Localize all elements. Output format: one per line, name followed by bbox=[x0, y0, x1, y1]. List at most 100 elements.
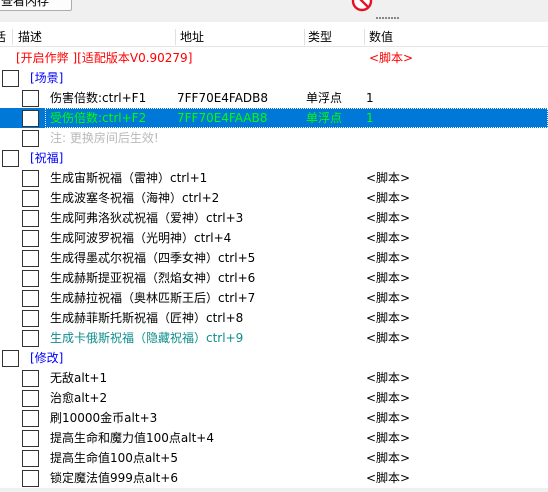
active-checkbox[interactable] bbox=[22, 130, 39, 147]
table-row[interactable]: 治愈alt+2 <脚本> bbox=[0, 388, 548, 408]
view-memory-button[interactable]: 查看内存 bbox=[0, 0, 72, 11]
active-checkbox[interactable] bbox=[22, 290, 39, 307]
active-checkbox[interactable] bbox=[22, 90, 39, 107]
row-value: <脚本> bbox=[366, 391, 411, 405]
table-row[interactable]: 生成得墨忒尔祝福（四季女神）ctrl+5 <脚本> bbox=[0, 248, 548, 268]
active-checkbox[interactable] bbox=[22, 410, 39, 427]
row-description: 生成赫斯提亚祝福（烈焰女神）ctrl+6 bbox=[50, 271, 256, 285]
active-checkbox[interactable] bbox=[22, 210, 39, 227]
table-row[interactable]: 生成赫菲斯托斯祝福（匠神）ctrl+8 <脚本> bbox=[0, 308, 548, 328]
row-description: 无敌alt+1 bbox=[50, 371, 108, 385]
row-address: 7FF70E4FAAB8 bbox=[177, 111, 268, 125]
row-description: [修改] bbox=[30, 351, 64, 365]
active-checkbox[interactable] bbox=[22, 270, 39, 287]
row-value: <脚本> bbox=[366, 271, 411, 285]
table-row[interactable]: 生成宙斯祝福（雷神）ctrl+1 <脚本> bbox=[0, 168, 548, 188]
active-checkbox[interactable] bbox=[22, 310, 39, 327]
active-checkbox[interactable] bbox=[22, 470, 39, 487]
row-description: 生成宙斯祝福（雷神）ctrl+1 bbox=[50, 171, 208, 185]
row-type: 单浮点 bbox=[306, 111, 343, 125]
row-value: <脚本> bbox=[366, 411, 411, 425]
row-value: <脚本> bbox=[366, 291, 411, 305]
row-value: <脚本> bbox=[366, 311, 411, 325]
table-row[interactable]: 生成波塞冬祝福（海神）ctrl+2 <脚本> bbox=[0, 188, 548, 208]
table-row[interactable]: [场景] bbox=[0, 68, 548, 88]
active-checkbox[interactable] bbox=[22, 370, 39, 387]
table-row[interactable]: 注: 更换房间后生效! bbox=[0, 128, 548, 148]
splitter-grip[interactable] bbox=[376, 17, 402, 21]
header-description[interactable]: 描述 bbox=[18, 27, 42, 47]
active-checkbox[interactable] bbox=[22, 110, 39, 127]
active-checkbox[interactable] bbox=[22, 170, 39, 187]
table-row[interactable]: 生成阿弗洛狄忒祝福（爱神）ctrl+3 <脚本> bbox=[0, 208, 548, 228]
table-row[interactable]: 锁定魔法值999点alt+6 <脚本> bbox=[0, 468, 548, 488]
row-description: 提高生命值100点alt+5 bbox=[50, 451, 178, 465]
active-checkbox[interactable] bbox=[22, 190, 39, 207]
row-description: 提高生命和魔力值100点alt+4 bbox=[50, 431, 214, 445]
header-value[interactable]: 数值 bbox=[369, 27, 393, 47]
table-row[interactable]: 生成赫斯提亚祝福（烈焰女神）ctrl+6 <脚本> bbox=[0, 268, 548, 288]
active-checkbox[interactable] bbox=[2, 150, 19, 167]
active-checkbox[interactable] bbox=[22, 390, 39, 407]
active-checkbox[interactable] bbox=[2, 350, 19, 367]
row-value: <脚本> bbox=[366, 211, 411, 225]
header-separator[interactable] bbox=[175, 29, 176, 45]
header-address[interactable]: 地址 bbox=[180, 27, 204, 47]
table-row[interactable]: 生成卡俄斯祝福（隐藏祝福）ctrl+9 <脚本> bbox=[0, 328, 548, 348]
row-value: <脚本> bbox=[366, 231, 411, 245]
row-value: <脚本> bbox=[366, 471, 411, 485]
row-description: 受伤倍数:ctrl+F2 bbox=[50, 111, 147, 125]
row-value: <脚本> bbox=[366, 331, 411, 345]
row-description: [祝福] bbox=[30, 151, 64, 165]
row-description: 锁定魔法值999点alt+6 bbox=[50, 471, 178, 485]
active-checkbox[interactable] bbox=[2, 70, 19, 87]
active-checkbox[interactable] bbox=[22, 230, 39, 247]
table-row[interactable]: [祝福] bbox=[0, 148, 548, 168]
row-value: 1 bbox=[366, 111, 374, 125]
row-value: <脚本> bbox=[366, 451, 411, 465]
row-description: [开启作弊 ][适配版本V0.90279] bbox=[16, 51, 193, 65]
row-value: <脚本> bbox=[369, 51, 414, 65]
row-description: 生成得墨忒尔祝福（四季女神）ctrl+5 bbox=[50, 251, 256, 265]
row-type: 单浮点 bbox=[306, 91, 343, 105]
row-description: 生成波塞冬祝福（海神）ctrl+2 bbox=[50, 191, 220, 205]
table-row[interactable]: 提高生命和魔力值100点alt+4 <脚本> bbox=[0, 428, 548, 448]
row-description: 伤害倍数:ctrl+F1 bbox=[50, 91, 147, 105]
header-type[interactable]: 类型 bbox=[308, 27, 332, 47]
row-value: <脚本> bbox=[366, 191, 411, 205]
table-row[interactable]: [修改] bbox=[0, 348, 548, 368]
row-value: <脚本> bbox=[366, 171, 411, 185]
table-row-selected[interactable]: 受伤倍数:ctrl+F2 7FF70E4FAAB8 单浮点 1 bbox=[0, 108, 548, 128]
row-description: 刷10000金币alt+3 bbox=[50, 411, 158, 425]
row-description: 生成阿波罗祝福（光明神）ctrl+4 bbox=[50, 231, 232, 245]
row-value: 1 bbox=[366, 91, 374, 105]
table-row[interactable]: 生成阿波罗祝福（光明神）ctrl+4 <脚本> bbox=[0, 228, 548, 248]
prohibited-icon[interactable] bbox=[349, 0, 375, 16]
active-checkbox[interactable] bbox=[22, 430, 39, 447]
header-separator[interactable] bbox=[12, 29, 13, 45]
active-checkbox[interactable] bbox=[22, 330, 39, 347]
header-separator[interactable] bbox=[304, 29, 305, 45]
header-active[interactable]: 活 bbox=[0, 27, 6, 47]
row-description: 注: 更换房间后生效! bbox=[50, 131, 159, 145]
active-checkbox[interactable] bbox=[22, 450, 39, 467]
table-row[interactable]: 伤害倍数:ctrl+F1 7FF70E4FADB8 单浮点 1 bbox=[0, 88, 548, 108]
row-value: <脚本> bbox=[366, 371, 411, 385]
row-description: 生成赫拉祝福（奥林匹斯王后）ctrl+7 bbox=[50, 291, 256, 305]
table-row[interactable]: 无敌alt+1 <脚本> bbox=[0, 368, 548, 388]
row-description: 生成赫菲斯托斯祝福（匠神）ctrl+8 bbox=[50, 311, 244, 325]
table-row[interactable]: [开启作弊 ][适配版本V0.90279] <脚本> bbox=[0, 48, 548, 68]
bottom-edge bbox=[0, 488, 548, 492]
toolbar: 查看内存 bbox=[0, 0, 548, 22]
header-separator[interactable] bbox=[364, 29, 365, 45]
row-value: <脚本> bbox=[366, 251, 411, 265]
table-row[interactable]: 提高生命值100点alt+5 <脚本> bbox=[0, 448, 548, 468]
cheat-table-header: 活 描述 地址 类型 数值 bbox=[0, 27, 548, 47]
active-checkbox[interactable] bbox=[22, 250, 39, 267]
table-row[interactable]: 刷10000金币alt+3 <脚本> bbox=[0, 408, 548, 428]
row-value: <脚本> bbox=[366, 431, 411, 445]
row-description: [场景] bbox=[30, 71, 64, 85]
table-row[interactable]: 生成赫拉祝福（奥林匹斯王后）ctrl+7 <脚本> bbox=[0, 288, 548, 308]
row-description: 生成阿弗洛狄忒祝福（爱神）ctrl+3 bbox=[50, 211, 244, 225]
row-description: 治愈alt+2 bbox=[50, 391, 108, 405]
